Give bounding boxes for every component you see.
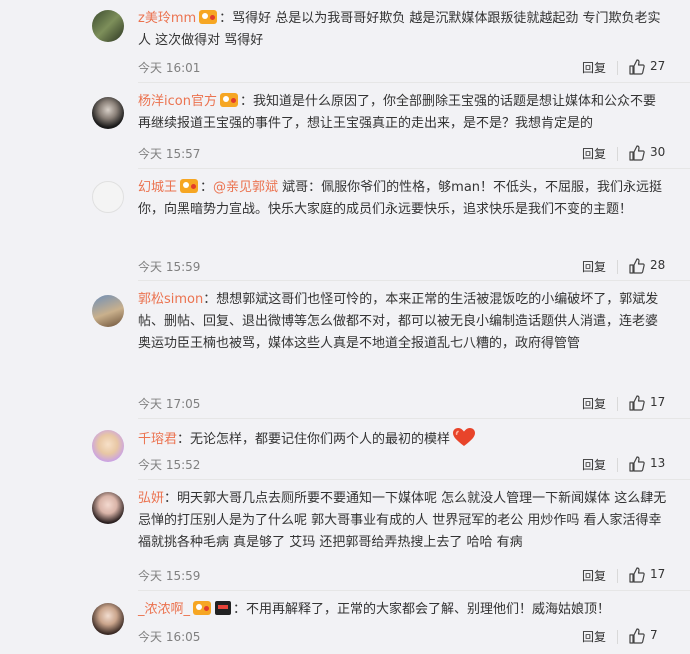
username-link[interactable]: 杨洋icon官方	[138, 94, 217, 109]
event-badge-icon	[215, 601, 232, 615]
thumbs-up-icon	[629, 456, 645, 472]
divider	[617, 260, 618, 274]
divider	[617, 569, 618, 583]
like-button[interactable]: 27	[628, 58, 668, 76]
comment-meta: 今天 15:57 回复 30	[138, 145, 668, 163]
vip-badge-icon	[193, 601, 212, 615]
username-link[interactable]: _浓浓啊_	[138, 602, 190, 617]
divider	[617, 61, 618, 75]
thumbs-up-icon	[629, 59, 645, 75]
thumbs-up-icon	[629, 258, 645, 274]
username-link[interactable]: 弘妍	[138, 491, 164, 506]
reply-button[interactable]: 回复	[582, 145, 606, 162]
reply-button[interactable]: 回复	[582, 567, 606, 584]
like-count: 7	[650, 628, 658, 642]
divider	[138, 418, 690, 419]
avatar[interactable]	[92, 181, 124, 213]
comment-meta: 今天 15:59 回复 17	[138, 567, 668, 585]
comment-meta: 今天 15:52 回复 13	[138, 456, 668, 474]
comment-text-block: 郭松simon：想想郭斌这哥们也怪可怜的，本来正常的生活被混饭吃的小编破坏了，郭…	[138, 289, 668, 355]
heart-emoji-icon	[452, 427, 476, 455]
timestamp: 今天 15:57	[138, 147, 201, 161]
divider	[138, 82, 690, 83]
avatar[interactable]	[92, 430, 124, 462]
comment-text-prefix: ：	[200, 180, 214, 195]
username-link[interactable]: 幻城王	[138, 180, 177, 195]
comment-text-block: 千瑢君：无论怎样，都要记住你们两个人的最初的模样	[138, 427, 668, 455]
like-count: 28	[650, 258, 666, 272]
divider	[138, 479, 690, 480]
comment-body: z美玲mm ：骂得好 总是以为我哥哥好欺负 越是沉默媒体跟叛徒就越起劲 专门欺负老…	[138, 8, 668, 52]
comment-meta: 今天 16:01 回复 27	[138, 59, 668, 77]
comment-text: ：明天郭大哥几点去厕所要不要通知一下媒体呢 怎么就没人管理一下新闻媒体 这么肆无…	[138, 491, 667, 550]
like-count: 13	[650, 456, 666, 470]
reply-button[interactable]: 回复	[582, 628, 606, 645]
username-link[interactable]: 千瑢君	[138, 432, 177, 447]
mention-link[interactable]: @亲见郭斌	[213, 180, 278, 195]
avatar[interactable]	[92, 295, 124, 327]
comment-body: 杨洋icon官方 ：我知道是什么原因了，你全部删除王宝强的话题是想让媒体和公众不要…	[138, 91, 668, 135]
comment-body: 郭松simon：想想郭斌这哥们也怪可怜的，本来正常的生活被混饭吃的小编破坏了，郭…	[138, 289, 668, 355]
timestamp: 今天 16:05	[138, 630, 201, 644]
comment-body: _浓浓啊_ ：不用再解释了，正常的大家都会了解、别理他们！威海姑娘顶！	[138, 599, 668, 621]
comment-text: ：不用再解释了，正常的大家都会了解、别理他们！威海姑娘顶！	[233, 602, 611, 617]
comment-text-block: 杨洋icon官方 ：我知道是什么原因了，你全部删除王宝强的话题是想让媒体和公众不要…	[138, 91, 668, 135]
comment-text-block: 弘妍：明天郭大哥几点去厕所要不要通知一下媒体呢 怎么就没人管理一下新闻媒体 这么…	[138, 488, 668, 554]
vip-badge-icon	[219, 93, 238, 107]
avatar[interactable]	[92, 97, 124, 129]
comment-list: z美玲mm ：骂得好 总是以为我哥哥好欺负 越是沉默媒体跟叛徒就越起劲 专门欺负老…	[0, 0, 690, 654]
comment-meta: 今天 15:59 回复 28	[138, 258, 668, 276]
thumbs-up-icon	[629, 628, 645, 644]
timestamp: 今天 15:59	[138, 260, 201, 274]
comment-body: 弘妍：明天郭大哥几点去厕所要不要通知一下媒体呢 怎么就没人管理一下新闻媒体 这么…	[138, 488, 668, 554]
thumbs-up-icon	[629, 567, 645, 583]
like-button[interactable]: 30	[628, 144, 668, 162]
comment-text: ：无论怎样，都要记住你们两个人的最初的模样	[177, 432, 451, 447]
divider	[138, 590, 690, 591]
like-button[interactable]: 7	[628, 627, 668, 645]
username-link[interactable]: 郭松simon	[138, 292, 203, 307]
divider	[617, 458, 618, 472]
thumbs-up-icon	[629, 145, 645, 161]
like-button[interactable]: 13	[628, 455, 668, 473]
avatar[interactable]	[92, 10, 124, 42]
like-button[interactable]: 28	[628, 257, 668, 275]
reply-button[interactable]: 回复	[582, 456, 606, 473]
divider	[617, 397, 618, 411]
comment-text-block: z美玲mm ：骂得好 总是以为我哥哥好欺负 越是沉默媒体跟叛徒就越起劲 专门欺负老…	[138, 8, 668, 52]
thumbs-up-icon	[629, 395, 645, 411]
comment-text-block: 幻城王 ：@亲见郭斌 斌哥：佩服你爷们的性格，够man！不低头，不屈服，我们永远挺…	[138, 177, 668, 221]
timestamp: 今天 15:52	[138, 458, 201, 472]
comment-body: 幻城王 ：@亲见郭斌 斌哥：佩服你爷们的性格，够man！不低头，不屈服，我们永远挺…	[138, 177, 668, 221]
comment-text-block: _浓浓啊_ ：不用再解释了，正常的大家都会了解、别理他们！威海姑娘顶！	[138, 599, 668, 621]
like-button[interactable]: 17	[628, 566, 668, 584]
like-count: 17	[650, 395, 666, 409]
avatar[interactable]	[92, 492, 124, 524]
divider	[617, 630, 618, 644]
comment-body: 千瑢君：无论怎样，都要记住你们两个人的最初的模样	[138, 427, 668, 455]
divider	[138, 280, 690, 281]
timestamp: 今天 16:01	[138, 61, 201, 75]
reply-button[interactable]: 回复	[582, 258, 606, 275]
vip-badge-icon	[180, 179, 199, 193]
comment-meta: 今天 16:05 回复 7	[138, 628, 668, 646]
avatar[interactable]	[92, 603, 124, 635]
divider	[138, 168, 690, 169]
comment-text: ：想想郭斌这哥们也怪可怜的，本来正常的生活被混饭吃的小编破坏了，郭斌发帖、删帖、…	[138, 292, 659, 351]
timestamp: 今天 15:59	[138, 569, 201, 583]
vip-badge-icon	[199, 10, 218, 24]
like-count: 30	[650, 145, 666, 159]
timestamp: 今天 17:05	[138, 397, 201, 411]
divider	[617, 147, 618, 161]
comment-meta: 今天 17:05 回复 17	[138, 395, 668, 413]
like-count: 17	[650, 567, 666, 581]
like-count: 27	[650, 59, 666, 73]
like-button[interactable]: 17	[628, 394, 668, 412]
reply-button[interactable]: 回复	[582, 395, 606, 412]
reply-button[interactable]: 回复	[582, 59, 606, 76]
username-link[interactable]: z美玲mm	[138, 11, 196, 26]
